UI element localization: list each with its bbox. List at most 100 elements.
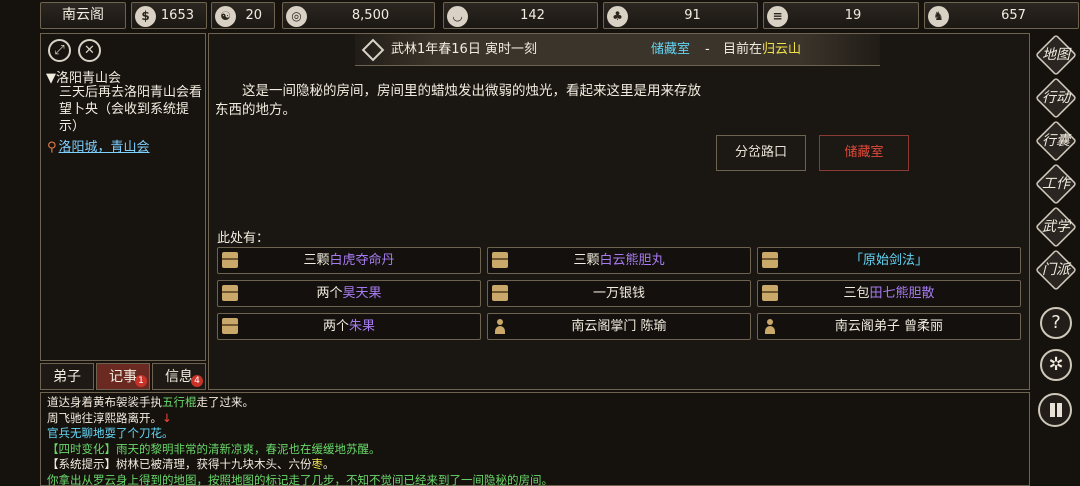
bag-button[interactable]: 行囊 <box>1037 122 1075 160</box>
stat-value: 8,500 <box>351 8 390 23</box>
stat-herb[interactable]: ♣ 91 <box>603 2 758 29</box>
item-name: 朱果 <box>349 319 376 334</box>
log-text: 走了过来。 <box>196 395 255 409</box>
location-pin-icon: ⚲ <box>47 140 57 155</box>
item-quantity: 两个 <box>316 286 343 301</box>
resource-bar: 南云阁 $ 1653 ☯ 20 ◎ 8,500 ◡ 142 ♣ 91 ≡ 19 … <box>40 2 1080 30</box>
current-region: 目前在归云山 <box>723 34 801 66</box>
quest-description: 三天后再去洛阳青山会看望卜央（会收到系统提示） <box>59 85 203 134</box>
chest-icon <box>762 252 778 268</box>
exit-storage-room[interactable]: 储藏室 <box>819 135 909 171</box>
sect-name-button[interactable]: 南云阁 <box>40 2 126 29</box>
stat-coin-pouch[interactable]: $ 1653 <box>131 2 207 29</box>
beast-icon: ♞ <box>928 6 949 27</box>
person-icon <box>762 318 778 334</box>
region-prefix: 目前在 <box>723 42 763 57</box>
log-text: 【系统提示】树林已被清理，获得十九块木头、六份 <box>47 457 312 471</box>
stat-yin-yang[interactable]: ☯ 20 <box>211 2 275 29</box>
time-location-header: 武林1年春16日 寅时一刻 储藏室 - 目前在归云山 <box>355 34 880 66</box>
stat-value: 142 <box>520 8 545 23</box>
quest-panel: ⤢ ✕ ▼洛阳青山会 三天后再去洛阳青山会看望卜央（会收到系统提示） ⚲ 洛阳城，… <box>40 33 206 361</box>
room-description: 这是一间隐秘的房间，房间里的蜡烛发出微弱的烛光，看起来这里是用来存放东西的地方。 <box>215 83 701 118</box>
herb-icon: ♣ <box>607 6 628 27</box>
room-item[interactable]: 三颗白虎夺命丹 <box>217 247 481 274</box>
log-line: 【系统提示】树林已被清理，获得十九块木头、六份枣。 <box>47 457 1023 473</box>
quest-location-label: 洛阳城，青山会 <box>58 140 150 155</box>
sect-button[interactable]: 门派 <box>1037 251 1075 289</box>
room-item[interactable]: 一万银钱 <box>487 280 751 307</box>
stat-copper-coin[interactable]: ◎ 8,500 <box>282 2 435 29</box>
copper-coin-icon: ◎ <box>286 6 307 27</box>
scroll-icon: ≡ <box>767 6 788 27</box>
food-bowl-icon: ◡ <box>447 6 468 27</box>
yin-yang-icon: ☯ <box>215 6 236 27</box>
stat-scroll[interactable]: ≡ 19 <box>763 2 919 29</box>
room-view: 武林1年春16日 寅时一刻 储藏室 - 目前在归云山 这是一间隐秘的房间，房间里… <box>208 33 1030 390</box>
chest-icon <box>492 252 508 268</box>
map-button[interactable]: 地图 <box>1037 36 1075 74</box>
quest-location-link[interactable]: ⚲ 洛阳城，青山会 <box>47 136 150 155</box>
room-item[interactable]: 南云阁掌门 陈瑜 <box>487 313 751 340</box>
gear-icon[interactable]: ✲ <box>1040 349 1072 381</box>
item-quantity: 两个 <box>322 319 349 334</box>
log-line: 你拿出从罗云身上得到的地图，按照地图的标记走了几步，不知不觉间已经来到了一间隐秘… <box>47 473 1023 486</box>
here-label: 此处有： <box>217 231 270 246</box>
tab-messages[interactable]: 信息 4 <box>152 363 206 390</box>
room-item[interactable]: 三包田七熊胆散 <box>757 280 1021 307</box>
item-name: 昊天果 <box>342 286 382 301</box>
tab-records[interactable]: 记事 1 <box>96 363 150 390</box>
side-menu: 地图 行动 行囊 工作 武学 门派 ? ✲ <box>1034 33 1078 486</box>
log-line: 周飞驰往淳熙路离开。↓ <box>47 411 1023 427</box>
work-button[interactable]: 工作 <box>1037 165 1075 203</box>
item-name: 田七熊胆散 <box>869 286 935 301</box>
martial-arts-button[interactable]: 武学 <box>1037 208 1075 246</box>
stat-food[interactable]: ◡ 142 <box>443 2 598 29</box>
item-quantity: 三颗 <box>573 253 600 268</box>
stat-value: 19 <box>844 8 862 23</box>
left-tabs: 弟子 记事 1 信息 4 <box>40 363 206 390</box>
stat-value: 91 <box>684 8 701 23</box>
room-item[interactable]: 两个朱果 <box>217 313 481 340</box>
room-item[interactable]: 两个昊天果 <box>217 280 481 307</box>
item-quantity: 三颗 <box>303 253 330 268</box>
room-item[interactable]: 「原始剑法」 <box>757 247 1021 274</box>
message-log[interactable]: 道达身着黄布袈裟手执五行棍走了过来。周飞驰往淳熙路离开。↓ 官兵无聊地耍了个刀花。… <box>40 392 1030 486</box>
chest-icon <box>222 252 238 268</box>
log-text: 周飞驰往淳熙路离开。 <box>47 410 162 425</box>
unread-badge: 1 <box>135 375 147 387</box>
unread-badge: 4 <box>191 375 203 387</box>
current-room: 储藏室 <box>651 42 691 57</box>
log-line: 官兵无聊地耍了个刀花。 <box>47 426 1023 442</box>
action-button[interactable]: 行动 <box>1037 79 1075 117</box>
stat-value: 1653 <box>160 8 194 23</box>
chest-icon <box>222 285 238 301</box>
expand-icon[interactable]: ⤢ <box>48 39 71 62</box>
stat-beast[interactable]: ♞ 657 <box>924 2 1079 29</box>
room-item[interactable]: 三颗白云熊胆丸 <box>487 247 751 274</box>
header-separator: - <box>705 42 710 57</box>
region-name: 归云山 <box>762 42 802 57</box>
close-icon[interactable]: ✕ <box>78 39 101 62</box>
log-line: 【四时变化】雨天的黎明非常的清新凉爽，春泥也在缓缓地苏醒。 <box>47 442 1023 458</box>
tab-label: 记事 <box>109 369 137 385</box>
item-name: 白虎夺命丹 <box>329 253 395 268</box>
chest-icon <box>222 318 238 334</box>
game-date: 武林1年春16日 寅时一刻 <box>391 42 537 57</box>
person-icon <box>492 318 508 334</box>
item-name: 白云熊胆丸 <box>599 253 665 268</box>
exit-fork-road[interactable]: 分岔路口 <box>716 135 806 171</box>
room-item[interactable]: 南云阁弟子 曾柔丽 <box>757 313 1021 340</box>
log-text: 。 <box>323 457 335 471</box>
log-text: 五行棍 <box>162 395 197 409</box>
log-text: 【四时变化】雨天的黎明非常的清新凉爽，春泥也在缓缓地苏醒。 <box>47 441 381 456</box>
tab-disciples[interactable]: 弟子 <box>40 363 94 390</box>
calendar-diamond-icon <box>361 38 385 62</box>
stat-value: 657 <box>1001 8 1026 23</box>
log-text: 你拿出从罗云身上得到的地图，按照地图的标记走了几步，不知不觉间已经来到了一间隐秘… <box>47 472 553 486</box>
pause-icon[interactable] <box>1038 393 1072 427</box>
chest-icon <box>762 285 778 301</box>
item-quantity: 南云阁弟子 曾柔丽 <box>834 319 944 334</box>
log-text: 官兵无聊地耍了个刀花。 <box>47 426 174 440</box>
help-icon[interactable]: ? <box>1040 307 1072 339</box>
log-text: 道达身着黄布袈裟手执 <box>47 395 162 409</box>
